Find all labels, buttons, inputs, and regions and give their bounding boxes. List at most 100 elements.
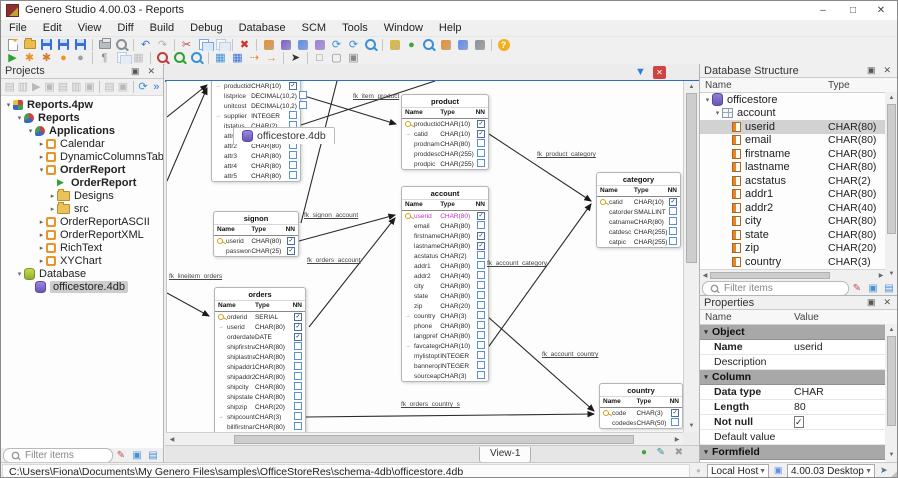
table-row-userid[interactable]: userid CHAR(80) ✓ — [214, 236, 298, 246]
close-view-icon[interactable]: ✖ — [675, 447, 683, 458]
not-null-checkbox[interactable] — [477, 149, 485, 157]
package-icon[interactable] — [311, 38, 328, 52]
fk-label-fk_account_category[interactable]: fk_account_category — [487, 260, 547, 267]
table-row-banneropt[interactable]: banneroptINTEGER — [402, 361, 488, 371]
column-type-header[interactable]: Type — [828, 80, 850, 91]
canvas-hscroll-thumb[interactable] — [234, 435, 634, 444]
search-icon[interactable] — [362, 38, 379, 52]
table-row-prodname[interactable]: prodnameCHAR(80) — [402, 139, 488, 149]
not-null-checkbox[interactable] — [294, 342, 302, 350]
redo-icon[interactable]: ↷ — [154, 38, 171, 52]
tree-item-xychart[interactable]: ▸ XYChart — [1, 254, 163, 267]
not-null-checkbox[interactable]: ✓ — [287, 237, 295, 245]
menu-edit[interactable]: Edit — [35, 20, 70, 36]
column-name-header[interactable]: Name — [700, 80, 828, 91]
scroll-up-icon[interactable]: ▲ — [885, 92, 897, 104]
not-null-checkbox[interactable] — [477, 221, 485, 229]
property-group-object[interactable]: ▾ Object — [700, 325, 886, 340]
table-row-password[interactable]: password CHAR(25) ✓ — [214, 246, 298, 256]
project-properties-icon[interactable]: ▤ — [3, 80, 16, 94]
target-select[interactable]: 4.00.03 Desktop ▼ — [787, 464, 875, 477]
property-value[interactable]: 80 — [794, 401, 886, 413]
property-group-formfield[interactable]: ▾ Formfield — [700, 445, 886, 460]
minimize-button[interactable]: – — [809, 3, 837, 18]
tree-item-dynamiccolumnstable[interactable]: ▸ DynamicColumnsTable — [1, 150, 163, 163]
tree-expander-icon[interactable]: ▸ — [48, 192, 57, 200]
not-null-checkbox[interactable] — [477, 351, 485, 359]
close-panel-icon[interactable]: ✕ — [879, 297, 895, 308]
expand-all-icon[interactable]: ▣ — [865, 283, 881, 294]
float-panel-icon[interactable]: ▣ — [127, 66, 144, 77]
not-null-checkbox[interactable] — [298, 91, 307, 99]
table-row-shipstate[interactable]: shipstate CHAR(80) — [215, 392, 305, 402]
table-row-state[interactable]: state CHAR(80) — [402, 291, 488, 301]
tree-expander-icon[interactable]: ▸ — [37, 231, 46, 239]
menu-scm[interactable]: SCM — [294, 20, 334, 36]
plug-icon[interactable] — [471, 38, 488, 52]
db-tree-item-officestore[interactable]: ▾ officestore — [700, 93, 886, 107]
sync-icon[interactable]: ⟳ — [345, 38, 362, 52]
properties-vscrollbar[interactable]: ▲ ▼ — [885, 324, 897, 461]
zoom-in-icon[interactable] — [171, 51, 188, 65]
table-row-codedesc[interactable]: codedescCHAR(50) — [600, 418, 682, 428]
rebuild-icon[interactable] — [277, 38, 294, 52]
collapse-all-icon[interactable]: ▤ — [145, 450, 161, 461]
tree-item-database[interactable]: ▾ Database — [1, 267, 163, 280]
property-row-not-null[interactable]: Not null ✓ — [700, 415, 886, 430]
not-null-checkbox[interactable] — [294, 422, 302, 430]
props-vscroll-thumb[interactable] — [887, 336, 896, 426]
property-row-data-type[interactable]: Data type CHAR — [700, 385, 886, 400]
not-null-checkbox[interactable]: ✓ — [477, 120, 485, 128]
float-panel-icon[interactable]: ▣ — [863, 297, 880, 308]
cut-icon[interactable]: ✂ — [178, 38, 195, 52]
host-select[interactable]: Local Host ▼ — [707, 464, 769, 477]
not-null-checkbox[interactable]: ✓ — [794, 416, 804, 428]
find-db-icon[interactable] — [420, 38, 437, 52]
table-row-prodpic[interactable]: prodpic CHAR(255) — [402, 159, 488, 169]
frame-tool-icon[interactable]: ▣ — [345, 51, 362, 65]
group-expander-icon[interactable]: ▾ — [700, 328, 712, 336]
property-value[interactable]: ✓ — [794, 416, 886, 428]
tree-item-reports[interactable]: ▾ Reports — [1, 111, 163, 124]
schema-icon[interactable] — [386, 38, 403, 52]
scroll-left-icon[interactable]: ◀ — [166, 434, 178, 446]
db-tree-item-country[interactable]: country CHAR(3) — [700, 255, 886, 269]
menu-database[interactable]: Database — [231, 20, 294, 36]
diagram-table-product[interactable]: product Name Type NN productid CHAR(10) ✓ → cati… — [401, 94, 489, 170]
not-null-checkbox[interactable] — [669, 207, 677, 215]
menu-window[interactable]: Window — [376, 20, 431, 36]
fk-label-fk_orders_account[interactable]: fk_orders_account — [307, 257, 360, 264]
db-tree-item-lastname[interactable]: lastname CHAR(80) — [700, 161, 886, 175]
not-null-checkbox[interactable] — [477, 281, 485, 289]
menu-help[interactable]: Help — [431, 20, 470, 36]
table-row-addr2[interactable]: addr2 CHAR(40) — [402, 271, 488, 281]
not-null-checkbox[interactable] — [289, 151, 297, 159]
fk-label-fk_item_product[interactable]: fk_item_product — [353, 93, 399, 100]
resize-grip[interactable]: ◢ — [891, 468, 897, 477]
table-row-orderdate[interactable]: orderdate DATE ✓ — [215, 332, 305, 342]
tree-expander-icon[interactable]: ▾ — [15, 270, 24, 278]
tree-item-officestore-4db[interactable]: officestore.4db — [1, 280, 163, 293]
table-row-userid[interactable]: userid CHAR(80) ✓ — [402, 211, 488, 221]
not-null-checkbox[interactable] — [477, 139, 485, 147]
update-icon[interactable]: ⟳ — [328, 38, 345, 52]
save-all-icon[interactable] — [72, 38, 89, 52]
run-db-icon[interactable]: ● — [403, 38, 420, 52]
paragraph-icon[interactable]: ¶ — [96, 51, 113, 65]
not-null-checkbox[interactable]: ✓ — [477, 130, 485, 138]
table-row-shipzip[interactable]: shipzip CHAR(20) — [215, 402, 305, 412]
maximize-button[interactable]: □ — [839, 3, 867, 18]
table-row-acstatus[interactable]: acstatus CHAR(2) — [402, 251, 488, 261]
profile-icon[interactable]: ✱ — [38, 51, 55, 65]
table-row-attr4[interactable]: attr4 CHAR(80) — [212, 161, 300, 171]
scroll-up-icon[interactable]: ▲ — [885, 324, 897, 336]
diagram-table-account[interactable]: account Name Type NN userid CHAR(80) ✓ email CHA… — [401, 186, 489, 382]
bug-icon[interactable]: ● — [55, 51, 72, 65]
filter-clear-icon[interactable]: ✎ — [849, 283, 865, 294]
tree-expander-icon[interactable]: ▾ — [15, 114, 24, 122]
table-row-addr1[interactable]: addr1 CHAR(80) — [402, 261, 488, 271]
menu-diff[interactable]: Diff — [109, 20, 141, 36]
undo-icon[interactable]: ↶ — [137, 38, 154, 52]
not-null-checkbox[interactable] — [477, 291, 485, 299]
not-null-checkbox[interactable] — [669, 227, 678, 235]
